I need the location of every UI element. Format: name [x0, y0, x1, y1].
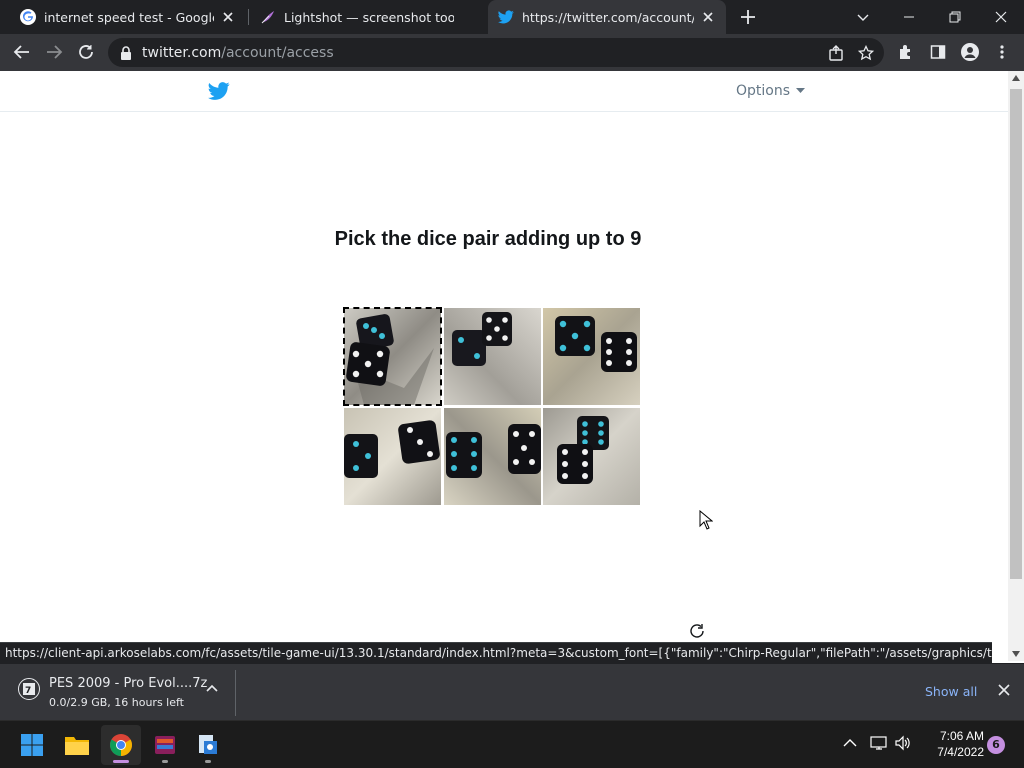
caret-down-icon — [796, 88, 806, 94]
reload-icon[interactable] — [74, 40, 98, 64]
challenge-title: Pick the dice pair adding up to 9 — [334, 228, 642, 250]
restore-icon[interactable] — [932, 0, 978, 34]
dice-tile-1[interactable] — [343, 307, 442, 406]
download-progress-text: 0.0/2.9 GB, 16 hours left — [49, 696, 184, 709]
dice-tile-4[interactable] — [344, 408, 441, 505]
tab-divider — [248, 9, 249, 25]
running-indicator — [162, 760, 168, 763]
tab-close-icon[interactable] — [700, 9, 716, 25]
dice-tile-2[interactable] — [444, 308, 541, 405]
close-shelf-icon[interactable] — [998, 684, 1010, 696]
close-window-icon[interactable] — [978, 0, 1024, 34]
svg-text:7: 7 — [25, 686, 31, 696]
scroll-down-arrow-icon[interactable] — [1012, 651, 1020, 657]
mouse-cursor-icon — [699, 510, 713, 530]
clock-time: 7:06 AM — [939, 729, 984, 743]
lightshot-feather-icon — [260, 9, 276, 25]
extensions-puzzle-icon[interactable] — [894, 40, 918, 64]
file-explorer-icon[interactable] — [57, 725, 97, 765]
options-dropdown[interactable]: Options — [736, 83, 806, 99]
minimize-icon[interactable] — [886, 0, 932, 34]
dice-tile-6[interactable] — [543, 408, 640, 505]
volume-icon[interactable] — [894, 735, 912, 751]
download-filename: PES 2009 - Pro Evol....7z — [49, 676, 208, 691]
dice-tile-grid — [343, 307, 642, 506]
side-panel-icon[interactable] — [926, 40, 950, 64]
lock-icon[interactable] — [120, 45, 132, 60]
back-arrow-icon[interactable] — [10, 40, 34, 64]
refresh-challenge-icon[interactable] — [687, 621, 707, 641]
winrar-app-icon[interactable] — [145, 725, 185, 765]
tab-title: internet speed test - Google Search — [44, 9, 214, 25]
twitter-bird-icon — [498, 9, 514, 25]
dice-tile-3[interactable] — [543, 308, 640, 405]
tab-lightshot[interactable]: Lightshot — screenshot tool for Mac & Wi… — [250, 0, 486, 34]
tab-title: Lightshot — screenshot tool for Mac & Wi… — [284, 9, 454, 25]
show-all-link[interactable]: Show all — [925, 684, 977, 699]
dice-tile-5[interactable] — [444, 408, 541, 505]
tab-twitter-access[interactable]: https://twitter.com/account/access — [488, 0, 726, 34]
kebab-menu-icon[interactable] — [990, 40, 1014, 64]
forward-arrow-icon[interactable] — [42, 40, 66, 64]
scroll-up-arrow-icon[interactable] — [1012, 75, 1020, 81]
status-bubble-url: https://client-api.arkoselabs.com/fc/ass… — [0, 642, 992, 663]
url-text: twitter.com/account/access — [142, 45, 828, 61]
archive-file-icon: 7 — [18, 678, 40, 700]
twitter-bird-icon[interactable] — [208, 81, 230, 101]
windows-taskbar: 7:06 AM 7/4/2022 6 — [0, 720, 1024, 768]
bookmark-star-icon[interactable] — [858, 44, 874, 61]
tray-overflow-chevron-icon[interactable] — [843, 738, 857, 748]
url-path: /account/access — [221, 44, 334, 61]
page-scrollbar[interactable] — [1008, 71, 1024, 661]
share-icon[interactable] — [828, 44, 844, 61]
download-item[interactable]: 7 PES 2009 - Pro Evol....7z 0.0/2.9 GB, … — [10, 670, 236, 716]
download-shelf: 7 PES 2009 - Pro Evol....7z 0.0/2.9 GB, … — [0, 663, 1024, 720]
tab-search-chevron-icon[interactable] — [840, 0, 886, 34]
tab-google-search[interactable]: internet speed test - Google Search — [10, 0, 246, 34]
clock-date: 7/4/2022 — [937, 745, 984, 759]
browser-toolbar: twitter.com/account/access — [0, 34, 1024, 71]
running-indicator — [113, 760, 129, 763]
chevron-up-icon[interactable] — [206, 684, 218, 692]
network-icon[interactable] — [870, 735, 888, 751]
url-host: twitter.com — [142, 44, 222, 61]
google-icon — [20, 9, 36, 25]
chrome-icon[interactable] — [101, 725, 141, 765]
running-indicator — [205, 760, 211, 763]
setup-app-icon[interactable] — [188, 725, 228, 765]
notification-badge[interactable]: 6 — [987, 736, 1005, 754]
scroll-thumb[interactable] — [1010, 89, 1022, 579]
start-windows-icon[interactable] — [12, 725, 52, 765]
system-clock[interactable]: 7:06 AM 7/4/2022 — [922, 728, 984, 760]
tab-strip: internet speed test - Google Search Ligh… — [0, 0, 1024, 34]
address-bar[interactable]: twitter.com/account/access — [108, 38, 884, 67]
tab-title: https://twitter.com/account/access — [522, 9, 694, 25]
tab-close-icon[interactable] — [220, 9, 236, 25]
options-label: Options — [736, 83, 791, 99]
web-page: Options Pick the dice pair adding up to … — [0, 71, 1008, 661]
twitter-header: Options — [0, 71, 1008, 112]
new-tab-icon[interactable] — [738, 7, 758, 27]
profile-avatar-icon[interactable] — [958, 40, 982, 64]
